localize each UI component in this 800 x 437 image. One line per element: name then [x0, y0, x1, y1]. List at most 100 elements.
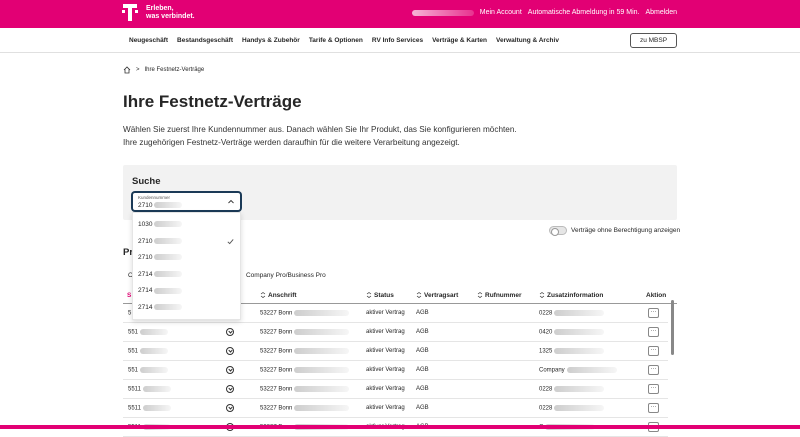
expand-icon[interactable] — [226, 366, 234, 374]
slogan-line-2: was verbindet. — [146, 13, 195, 20]
intro-line-2: Ihre zugehörigen Festnetz-Verträge werde… — [123, 137, 460, 147]
dropdown-option[interactable]: 2710 — [133, 234, 240, 250]
sort-icon — [416, 292, 422, 299]
row-id: 5511 — [128, 405, 171, 412]
nav-item-3[interactable]: Handys & Zubehör — [242, 37, 300, 44]
dropdown-option[interactable]: 2714 — [133, 267, 240, 283]
nav-item-4[interactable]: Tarife & Optionen — [309, 37, 363, 44]
col-header-address[interactable]: Anschrift — [260, 292, 297, 299]
row-extra-info: 0228 — [539, 386, 605, 393]
col-header-status[interactable]: Status — [366, 292, 394, 299]
option-value: 2714 — [138, 304, 153, 311]
page-intro: Wählen Sie zuerst Ihre Kundennummer aus.… — [123, 124, 517, 149]
row-address: 53227 Bonn — [260, 405, 350, 412]
product-tab-company-pro[interactable]: Company Pro/Business Pro — [246, 272, 326, 279]
top-bar: Erleben, was verbindet. Mein Account Aut… — [0, 0, 800, 28]
table-row[interactable]: 551 53227 Bonn aktiver Vertrag AGB Company ··… — [123, 361, 668, 380]
more-actions-button[interactable]: ··· — [648, 365, 659, 375]
expand-icon[interactable] — [226, 328, 234, 336]
col-header-extra-info[interactable]: Zusatzinformation — [539, 292, 603, 299]
nav-item-1[interactable]: Neugeschäft — [129, 37, 168, 44]
telekom-logo[interactable] — [122, 4, 138, 23]
more-actions-button[interactable]: ··· — [648, 327, 659, 337]
row-status: aktiver Vertrag — [366, 405, 405, 411]
sort-icon — [477, 292, 483, 299]
main-nav: Neugeschäft Bestandsgeschäft Handys & Zube… — [0, 28, 800, 53]
breadcrumb-separator: > — [136, 67, 140, 73]
nav-item-2[interactable]: Bestandsgeschäft — [177, 37, 233, 44]
table-row[interactable]: 551 53227 Bonn aktiver Vertrag AGB 1325 ··· — [123, 342, 668, 361]
select-value: 2710 — [138, 202, 183, 209]
nav-item-5[interactable]: RV Info Services — [372, 37, 423, 44]
customer-number-dropdown: 1030 2710 2710 2714 2714 2714 — [132, 212, 241, 320]
row-status: aktiver Vertrag — [366, 367, 405, 373]
col-header-contract-type[interactable]: Vertragsart — [416, 292, 458, 299]
option-value-blurred — [154, 254, 183, 261]
row-extra-info: 1325 — [539, 348, 605, 355]
dropdown-option[interactable]: 2714 — [133, 283, 240, 299]
select-label: Kundennummer — [138, 195, 171, 200]
customer-number-select[interactable]: Kundennummer 2710 — [132, 192, 241, 211]
logout-link[interactable]: Abmelden — [645, 9, 677, 16]
my-account-link[interactable]: Mein Account — [480, 9, 522, 16]
option-value-blurred — [154, 237, 183, 244]
row-address: 53227 Bonn — [260, 310, 350, 317]
more-actions-button[interactable]: ··· — [648, 308, 659, 318]
mbsp-button[interactable]: zu MBSP — [630, 33, 677, 48]
row-contract-type: AGB — [416, 329, 429, 335]
col-header-id[interactable]: S — [127, 292, 131, 299]
table-row[interactable]: 551 53227 Bonn aktiver Vertrag AGB 0420 ··· — [123, 323, 668, 342]
option-value-blurred — [154, 304, 183, 311]
row-id: 5511 — [128, 386, 171, 393]
row-extra-info: Company — [539, 367, 617, 374]
scrollbar-thumb[interactable] — [671, 300, 674, 355]
row-contract-type: AGB — [416, 405, 429, 411]
option-value-blurred — [154, 287, 183, 294]
row-contract-type: AGB — [416, 367, 429, 373]
expand-icon[interactable] — [226, 404, 234, 412]
header-links: Mein Account Automatische Abmeldung in 5… — [411, 9, 677, 16]
more-actions-button[interactable]: ··· — [648, 346, 659, 356]
sort-icon — [366, 292, 372, 299]
row-contract-type: AGB — [416, 386, 429, 392]
table-row[interactable]: 5511 53227 Bonn aktiver Vertrag AGB 0228 ··· — [123, 380, 668, 399]
brand-slogan: Erleben, was verbindet. — [146, 5, 195, 21]
more-actions-button[interactable]: ··· — [648, 403, 659, 413]
row-extra-info: 0228 — [539, 310, 605, 317]
row-contract-type: AGB — [416, 348, 429, 354]
checkmark-icon — [227, 238, 234, 244]
row-status: aktiver Vertrag — [366, 329, 405, 335]
nav-item-6[interactable]: Verträge & Karten — [432, 37, 487, 44]
option-value: 2710 — [138, 237, 153, 245]
dropdown-option[interactable]: 2710 — [133, 250, 240, 266]
option-value: 2710 — [138, 254, 153, 262]
permission-toggle-label: Verträge ohne Berechtigung anzeigen — [571, 227, 681, 234]
option-value: 1030 — [138, 221, 153, 228]
expand-icon[interactable] — [226, 385, 234, 393]
row-contract-type: AGB — [416, 310, 429, 316]
more-actions-button[interactable]: ··· — [648, 384, 659, 394]
table-row[interactable]: 5511 53227 Bonn aktiver Vertrag AGB 0228 ··· — [123, 399, 668, 418]
search-title: Suche — [132, 176, 161, 187]
row-extra-info: 0228 — [539, 405, 605, 412]
col-header-phone[interactable]: Rufnummer — [477, 292, 521, 299]
logout-timer: Automatische Abmeldung in 59 Min. — [527, 9, 640, 16]
row-id: 551 — [128, 329, 169, 336]
row-status: aktiver Vertrag — [366, 386, 405, 392]
dropdown-option[interactable]: 2714 — [133, 300, 240, 316]
row-extra-info: 0420 — [539, 329, 605, 336]
slogan-line-1: Erleben, — [146, 5, 174, 12]
dropdown-option[interactable]: 1030 — [133, 217, 240, 233]
option-value-blurred — [154, 221, 183, 228]
home-icon[interactable] — [123, 66, 131, 74]
user-name-blurred — [411, 9, 474, 16]
row-id: 551 — [128, 367, 169, 374]
intro-line-1: Wählen Sie zuerst Ihre Kundennummer aus.… — [123, 125, 517, 134]
sort-icon — [539, 292, 545, 299]
permission-toggle[interactable] — [549, 226, 567, 236]
nav-items: Neugeschäft Bestandsgeschäft Handys & Zube… — [129, 37, 568, 44]
nav-item-7[interactable]: Verwaltung & Archiv — [496, 37, 559, 44]
row-status: aktiver Vertrag — [366, 348, 405, 354]
bottom-bar — [0, 425, 800, 429]
expand-icon[interactable] — [226, 347, 234, 355]
